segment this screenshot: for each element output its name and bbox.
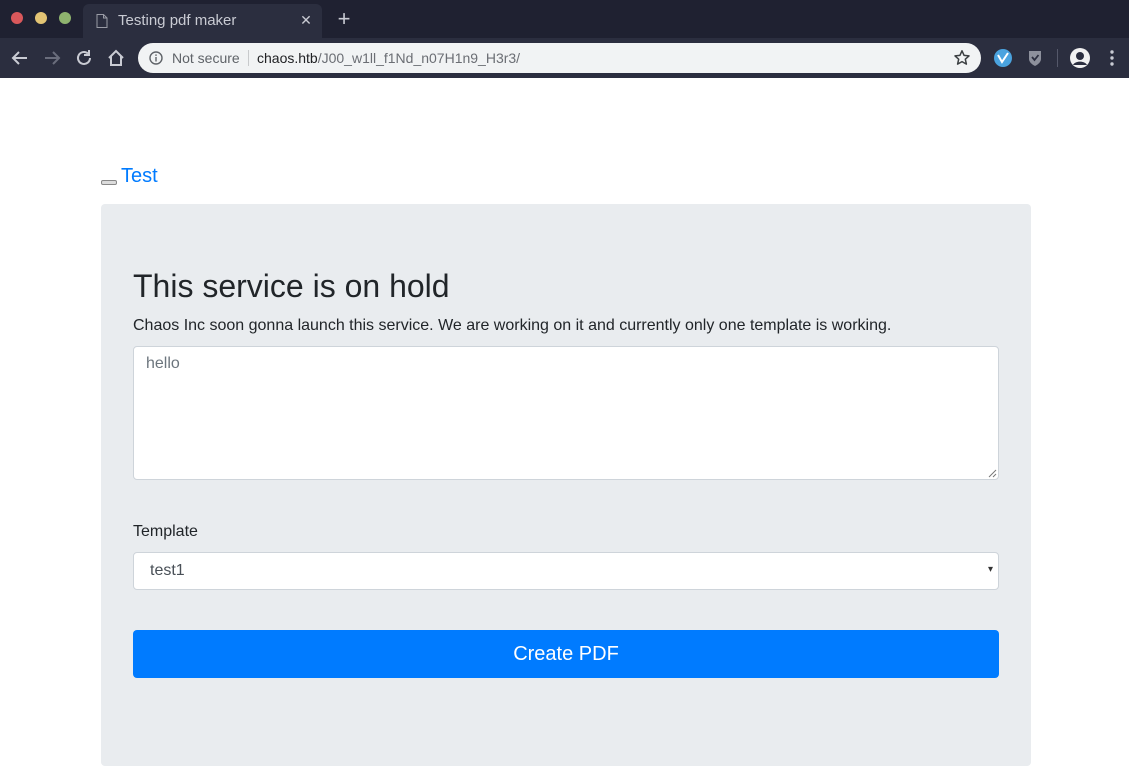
browser-toolbar: Not secure chaos.htb/J00_w1ll_f1Nd_n07H1…: [0, 38, 1129, 78]
url-path: /J00_w1ll_f1Nd_n07H1n9_H3r3/: [317, 50, 521, 66]
extension-shield-icon[interactable]: [1024, 47, 1046, 69]
security-status: Not secure: [172, 50, 240, 66]
page-title: This service is on hold: [133, 268, 450, 304]
home-icon[interactable]: [105, 47, 127, 69]
close-window-button[interactable]: [11, 12, 23, 24]
profile-avatar-icon[interactable]: [1069, 47, 1091, 69]
template-select[interactable]: test1 ▾: [133, 552, 999, 590]
document-icon: [96, 14, 108, 28]
address-bar[interactable]: Not secure chaos.htb/J00_w1ll_f1Nd_n07H1…: [138, 43, 981, 73]
navbar-toggle-button[interactable]: [101, 180, 117, 185]
reload-icon[interactable]: [73, 47, 95, 69]
service-description: Chaos Inc soon gonna launch this service…: [133, 317, 892, 334]
minimize-window-button[interactable]: [35, 12, 47, 24]
toolbar-divider: [1057, 49, 1058, 67]
info-icon[interactable]: [149, 51, 163, 65]
extension-bird-icon[interactable]: [992, 47, 1014, 69]
address-divider: [248, 50, 249, 66]
url-host: chaos.htb: [257, 50, 318, 66]
create-pdf-button[interactable]: Create PDF: [133, 630, 999, 678]
new-tab-button[interactable]: +: [334, 8, 354, 30]
service-panel: This service is on hold Chaos Inc soon g…: [101, 204, 1031, 766]
brand-link[interactable]: Test: [121, 165, 158, 188]
tab-close-icon[interactable]: ✕: [299, 12, 313, 28]
resize-grip-icon[interactable]: [987, 468, 997, 478]
browser-tab[interactable]: Testing pdf maker ✕: [83, 4, 322, 38]
browser-tab-strip: Testing pdf maker ✕ +: [0, 0, 1129, 38]
content-textarea[interactable]: [133, 346, 999, 480]
menu-kebab-icon[interactable]: [1101, 47, 1123, 69]
url-text[interactable]: chaos.htb/J00_w1ll_f1Nd_n07H1n9_H3r3/: [257, 50, 520, 66]
template-label: Template: [133, 523, 198, 540]
chevron-down-icon: ▾: [987, 564, 993, 575]
maximize-window-button[interactable]: [59, 12, 71, 24]
template-selected-value: test1: [150, 562, 185, 579]
forward-arrow-icon[interactable]: [41, 47, 63, 69]
back-arrow-icon[interactable]: [9, 47, 31, 69]
tab-title: Testing pdf maker: [118, 12, 237, 29]
bookmark-star-icon[interactable]: [953, 49, 971, 67]
